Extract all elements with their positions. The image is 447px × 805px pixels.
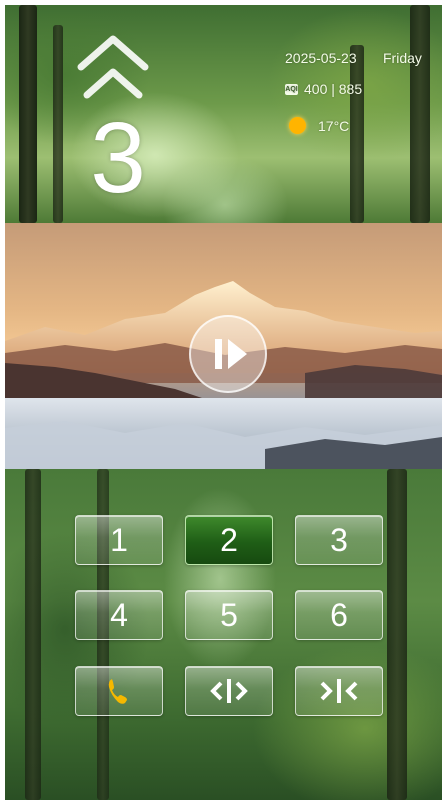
tree-trunk-decoration [19,5,37,223]
tree-trunk-decoration [53,25,63,223]
tree-trunk-decoration [387,469,407,800]
floor-button-4[interactable]: 4 [75,590,163,640]
tree-trunk-decoration [350,45,364,223]
video-panel[interactable] [5,223,442,469]
aqi-value: 400 | 885 [304,81,363,97]
floor-button-1[interactable]: 1 [75,515,163,565]
date-text: 2025-05-23 [285,50,357,66]
floor-button-6[interactable]: 6 [295,590,383,640]
weather-row: 17°C [289,117,349,134]
door-open-button[interactable] [185,666,273,716]
temperature-text: 17°C [318,117,350,134]
floor-button-2[interactable]: 2 [185,515,273,565]
elevator-screen: 3 2025-05-23 Friday AQI 400 | 885 17°C 1… [5,5,442,800]
status-panel: 3 2025-05-23 Friday AQI 400 | 885 17°C [5,5,442,223]
floor-button-3[interactable]: 3 [295,515,383,565]
tree-trunk-decoration [410,5,430,223]
aqi-icon: AQI [285,83,298,95]
tree-trunk-decoration [25,469,41,800]
door-close-icon [320,679,358,703]
keypad-panel: 1 2 3 4 5 6 [5,469,442,800]
floor-number: 3 [90,102,146,214]
floor-button-5[interactable]: 5 [185,590,273,640]
play-pause-icon[interactable] [189,315,267,393]
phone-icon [108,679,127,704]
emergency-call-button[interactable] [75,666,163,716]
weekday-text: Friday [383,50,422,66]
double-chevron-up-icon [73,33,153,103]
air-quality-row: AQI 400 | 885 [285,81,362,97]
door-close-button[interactable] [295,666,383,716]
door-open-icon [210,679,248,703]
sun-icon [289,117,306,134]
